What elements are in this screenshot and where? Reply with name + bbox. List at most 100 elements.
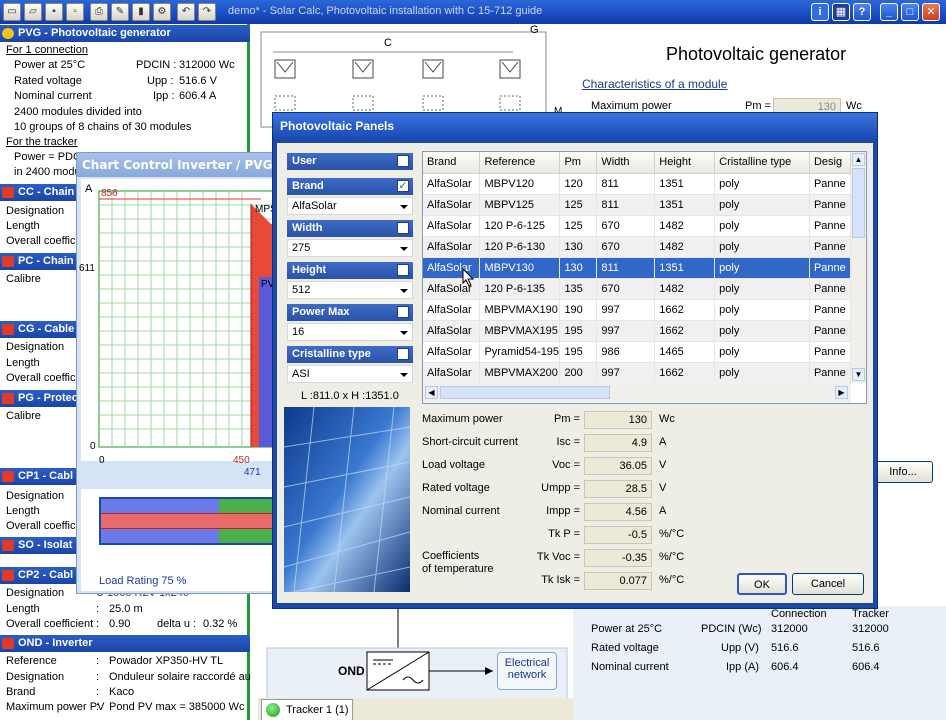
filter-height-checkbox[interactable] xyxy=(397,264,409,276)
table-row[interactable]: AlfaSolar 120 P-6-130 130 670 1482 poly Panne xyxy=(423,236,851,258)
cristalline-select[interactable]: ASI xyxy=(287,365,413,383)
edit-icon[interactable]: ✎ xyxy=(111,3,129,21)
pv-module-icon[interactable] xyxy=(352,59,374,79)
param-value-field[interactable]: 28.5 xyxy=(584,480,652,498)
column-header[interactable]: Pm xyxy=(559,152,598,174)
chart-window[interactable]: Chart Control Inverter / PVG A 856 611 0… xyxy=(76,152,279,594)
param-value-field[interactable]: 130 xyxy=(584,411,652,429)
param-value-field[interactable]: -0.35 xyxy=(584,549,652,567)
table-row[interactable]: AlfaSolar MBPV125 125 811 1351 poly Panne xyxy=(423,194,851,216)
summary-track: 606.4 xyxy=(852,661,880,673)
scroll-right-icon[interactable]: ▶ xyxy=(835,386,848,399)
param-value-field[interactable]: 36.05 xyxy=(584,457,652,475)
table-row[interactable]: AlfaSolar MBPVMAX190 190 997 1662 poly Panne xyxy=(423,299,851,321)
column-header[interactable]: Cristalline type xyxy=(714,152,810,174)
param-value-field[interactable]: 4.9 xyxy=(584,434,652,452)
table-cell: MBPVMAX190 xyxy=(479,299,561,321)
scroll-thumb[interactable] xyxy=(440,386,610,399)
tools-icon[interactable]: ⚙ xyxy=(153,3,171,21)
column-header[interactable]: Reference xyxy=(479,152,561,174)
electrical-network-box[interactable]: Electrical network xyxy=(497,652,557,690)
section-title: CP1 - Cabl xyxy=(18,470,74,482)
info-button[interactable]: Info... xyxy=(873,461,933,483)
cancel-button[interactable]: Cancel xyxy=(792,573,864,595)
filter-header: Height xyxy=(287,262,413,279)
table-cell: 670 xyxy=(596,278,656,300)
table-cell: Panne xyxy=(809,215,851,237)
chart-icon[interactable]: ▮ xyxy=(132,3,150,21)
scroll-up-icon[interactable]: ▲ xyxy=(852,153,865,166)
groups-line: 10 groups of 8 chains of 30 modules xyxy=(14,121,192,133)
undo-icon[interactable]: ↶ xyxy=(177,3,195,21)
summary-conn: 516.6 xyxy=(771,642,799,654)
section-ond[interactable]: OND - Inverter xyxy=(0,635,250,652)
tab-label: Tracker 1 (1) xyxy=(286,704,349,716)
protection-icon xyxy=(2,393,14,404)
filter-brand-checkbox[interactable]: ✓ xyxy=(397,180,409,192)
cg-overall-label: Overall coeffic xyxy=(6,372,76,384)
info-icon[interactable]: i xyxy=(811,3,829,21)
table-row[interactable]: AlfaSolar Pyramid54-195 195 986 1465 poly Pann… xyxy=(423,341,851,363)
filter-label: Width xyxy=(292,222,323,234)
ond-maxpower-value: Pond PV max = 385000 Wc xyxy=(109,701,245,713)
brand-select[interactable]: AlfaSolar xyxy=(287,197,413,215)
table-row[interactable]: AlfaSolar MBPV130 130 811 1351 poly Panne xyxy=(423,257,851,279)
help-icon[interactable]: ? xyxy=(853,3,871,21)
width-select[interactable]: 275 xyxy=(287,239,413,257)
tracker-power: Power = PDC xyxy=(14,151,81,163)
save-icon[interactable]: ▪ xyxy=(45,3,63,21)
redo-icon[interactable]: ↷ xyxy=(198,3,216,21)
table-row[interactable]: AlfaSolar MBPVMAX200 200 997 1662 poly Panne xyxy=(423,362,851,383)
scroll-down-icon[interactable]: ▼ xyxy=(852,368,865,381)
column-header[interactable]: Width xyxy=(596,152,656,174)
column-header[interactable]: Height xyxy=(654,152,716,174)
filter-width-checkbox[interactable] xyxy=(397,222,409,234)
table-cell: 997 xyxy=(596,320,656,342)
param-value-field[interactable]: -0.5 xyxy=(584,526,652,544)
select-value: 512 xyxy=(292,284,311,296)
table-row[interactable]: AlfaSolar 120 P-6-135 135 670 1482 poly Panne xyxy=(423,278,851,300)
pdcin-value: 312000 Wc xyxy=(179,59,235,71)
tab-tracker-1[interactable]: Tracker 1 (1) xyxy=(261,699,353,720)
pm-unit: Wc xyxy=(846,100,862,112)
new-file-icon[interactable]: ▭ xyxy=(3,3,21,21)
table-row[interactable]: AlfaSolar MBPVMAX195 195 997 1662 poly Panne xyxy=(423,320,851,342)
table-row[interactable]: AlfaSolar 120 P-6-125 125 670 1482 poly Panne xyxy=(423,215,851,237)
param-value-field[interactable]: 0.077 xyxy=(584,572,652,590)
column-header[interactable]: Brand xyxy=(423,152,481,174)
scroll-left-icon[interactable]: ◀ xyxy=(425,386,438,399)
print-icon[interactable]: ⎙ xyxy=(90,3,108,21)
close-icon[interactable]: ✕ xyxy=(922,3,940,21)
filter-cristalline-checkbox[interactable] xyxy=(397,348,409,360)
pv-module-icon[interactable] xyxy=(499,59,521,79)
settings-icon[interactable]: ▦ xyxy=(832,3,850,21)
save-as-icon[interactable]: ▫ xyxy=(66,3,84,21)
panels-grid: Brand Reference Pm Width Height Cristall… xyxy=(423,152,851,383)
scroll-thumb[interactable] xyxy=(852,168,865,238)
horizontal-scrollbar[interactable]: ◀ ▶ xyxy=(423,383,851,403)
label-g: G xyxy=(530,24,539,36)
pv-module-icon[interactable] xyxy=(422,59,444,79)
filter-label: Cristalline type xyxy=(292,348,371,360)
param-value-field[interactable]: 4.56 xyxy=(584,503,652,521)
minimize-icon[interactable]: _ xyxy=(880,3,898,21)
table-row[interactable]: AlfaSolar MBPV120 120 811 1351 poly Panne xyxy=(423,173,851,195)
table-cell: 1351 xyxy=(654,173,716,195)
column-header[interactable]: Desig xyxy=(809,152,851,174)
height-select[interactable]: 512 xyxy=(287,281,413,299)
coefficients-label-2: of temperature xyxy=(422,563,494,575)
filter-user-checkbox[interactable] xyxy=(397,155,409,167)
filter-power-checkbox[interactable] xyxy=(397,306,409,318)
summary-sym: PDCIN (Wc) xyxy=(701,623,762,635)
ok-button[interactable]: OK xyxy=(737,573,787,595)
vertical-scrollbar[interactable]: ▲ ▼ xyxy=(851,152,866,383)
open-folder-icon[interactable]: ▱ xyxy=(24,3,42,21)
maximize-icon[interactable]: □ xyxy=(901,3,919,21)
pv-module-icon[interactable] xyxy=(274,59,296,79)
ond-reference-label: Reference xyxy=(6,655,57,667)
summary-sym: Upp (V) xyxy=(721,642,759,654)
section-pvg[interactable]: PVG - Photovoltaic generator xyxy=(0,25,250,42)
power-max-select[interactable]: 16 xyxy=(287,323,413,341)
ond-label: OND xyxy=(338,664,365,678)
table-cell: MBPV120 xyxy=(479,173,561,195)
